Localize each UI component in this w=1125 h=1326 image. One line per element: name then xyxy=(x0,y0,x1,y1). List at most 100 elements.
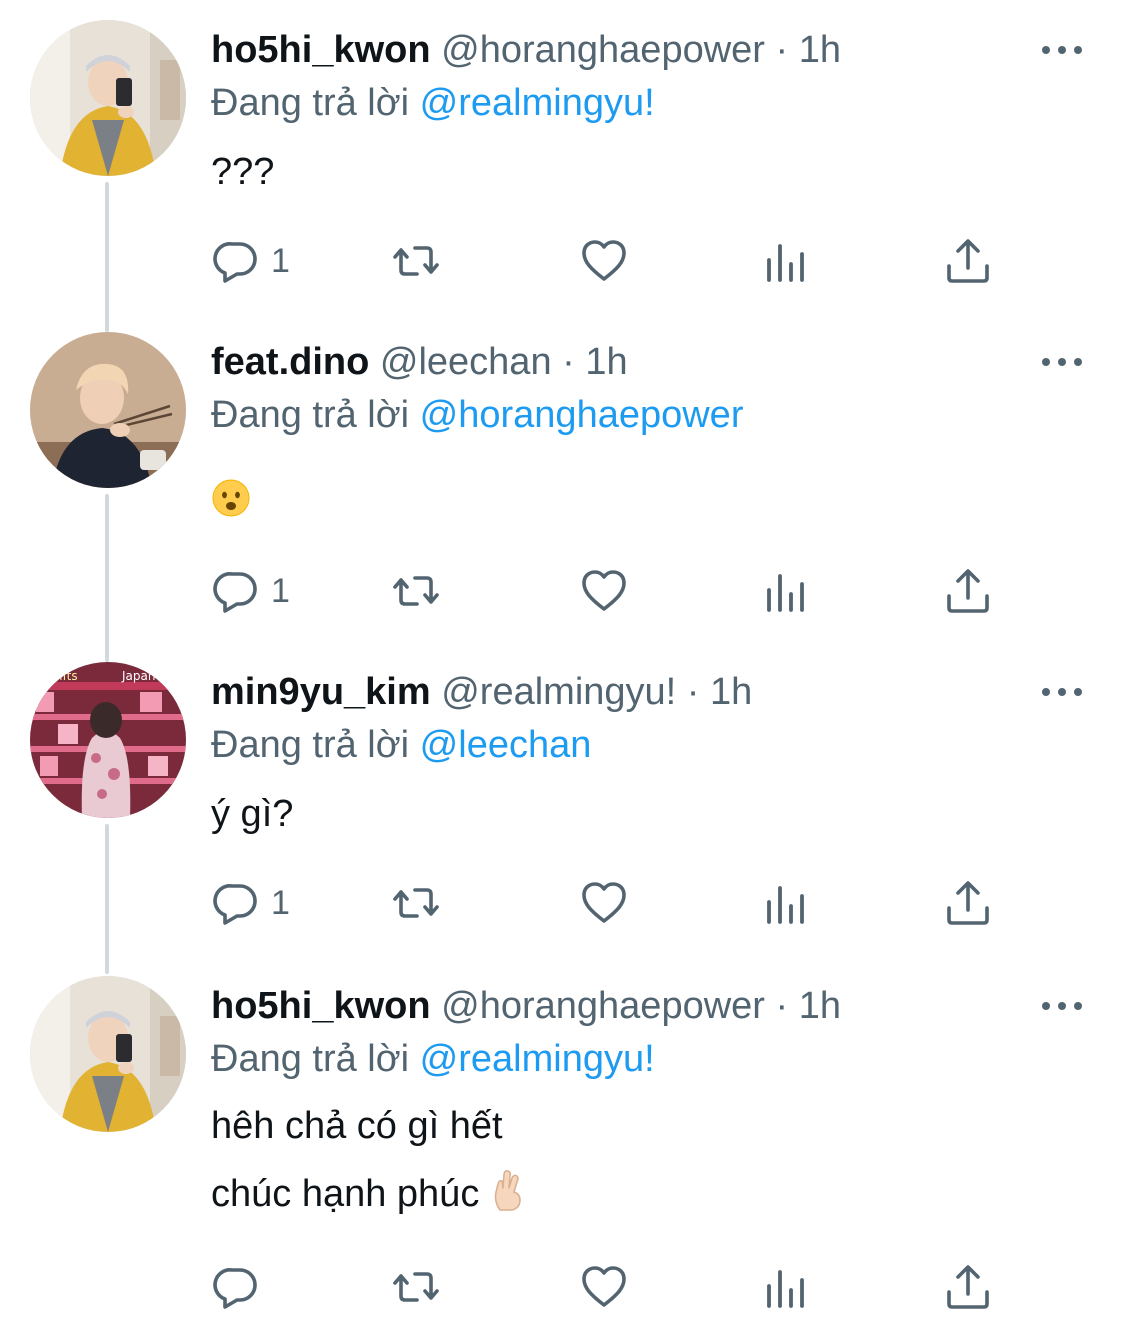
retweet-icon xyxy=(391,236,441,286)
replying-to-label: Đang trả lời xyxy=(211,724,410,766)
user-handle[interactable]: @horanghaepower xyxy=(441,985,765,1027)
retweet-icon xyxy=(391,878,441,928)
retweet-icon xyxy=(391,566,441,616)
reply-button[interactable]: 1 xyxy=(211,878,290,928)
share-button[interactable] xyxy=(943,1262,993,1312)
separator-dot: · xyxy=(775,29,789,71)
tweet-actions: 1 xyxy=(211,566,1011,616)
avatar[interactable]: Gifts Japan xyxy=(30,662,186,818)
avatar[interactable] xyxy=(30,20,186,176)
like-icon xyxy=(579,236,629,286)
tweet-header: feat.dino @leechan · 1h xyxy=(211,338,628,386)
views-icon xyxy=(761,566,811,616)
tweet-actions: 1 xyxy=(211,236,1011,286)
separator-dot: · xyxy=(775,985,789,1027)
views-button[interactable] xyxy=(761,566,811,616)
timestamp[interactable]: 1h xyxy=(710,671,752,713)
views-icon xyxy=(761,1262,811,1312)
share-icon xyxy=(943,878,993,928)
frowning-face-emoji xyxy=(211,478,251,530)
display-name[interactable]: feat.dino xyxy=(211,341,369,383)
replying-to: Đang trả lời @horanghaepower xyxy=(211,390,743,440)
timestamp[interactable]: 1h xyxy=(799,29,841,71)
reply-icon xyxy=(211,878,261,928)
tweet[interactable]: feat.dino @leechan · 1h Đang trả lời @ho… xyxy=(0,312,1125,642)
display-name[interactable]: ho5hi_kwon xyxy=(211,985,431,1027)
tweet[interactable]: ho5hi_kwon @horanghaepower · 1h Đang trả… xyxy=(0,956,1125,1326)
more-icon[interactable] xyxy=(1040,682,1084,702)
more-icon[interactable] xyxy=(1040,352,1084,372)
views-icon xyxy=(761,236,811,286)
like-icon xyxy=(579,566,629,616)
reply-icon xyxy=(211,566,261,616)
timestamp[interactable]: 1h xyxy=(585,341,627,383)
display-name[interactable]: min9yu_kim xyxy=(211,671,431,713)
tweet-header: ho5hi_kwon @horanghaepower · 1h xyxy=(211,982,841,1030)
replying-to-label: Đang trả lời xyxy=(211,394,410,436)
replying-to: Đang trả lời @leechan xyxy=(211,720,591,770)
views-button[interactable] xyxy=(761,236,811,286)
like-button[interactable] xyxy=(579,878,629,928)
tweet-text: ??? xyxy=(211,151,275,193)
tweet-actions: 1 xyxy=(211,878,1011,928)
like-button[interactable] xyxy=(579,236,629,286)
replying-to-mention[interactable]: @realmingyu! xyxy=(420,82,655,124)
reply-button[interactable] xyxy=(211,1262,271,1312)
like-icon xyxy=(579,1262,629,1312)
reply-icon xyxy=(211,1262,261,1312)
tweet-actions xyxy=(211,1262,1011,1312)
separator-dot: · xyxy=(686,671,700,713)
retweet-icon xyxy=(391,1262,441,1312)
reply-button[interactable]: 1 xyxy=(211,236,290,286)
svg-text:Gifts: Gifts xyxy=(50,669,78,683)
tweet-text: ý gì? xyxy=(211,793,294,835)
replying-to: Đang trả lời @realmingyu! xyxy=(211,78,655,128)
tweet[interactable]: ho5hi_kwon @horanghaepower · 1h Đang trả… xyxy=(0,0,1125,330)
avatar[interactable] xyxy=(30,976,186,1132)
retweet-button[interactable] xyxy=(391,566,441,616)
more-icon[interactable] xyxy=(1040,40,1084,60)
reply-button[interactable]: 1 xyxy=(211,566,290,616)
user-handle[interactable]: @leechan xyxy=(380,341,552,383)
replying-to-mention[interactable]: @horanghaepower xyxy=(420,394,744,436)
replying-to-label: Đang trả lời xyxy=(211,82,410,124)
replying-to-label: Đang trả lời xyxy=(211,1038,410,1080)
reply-count: 1 xyxy=(271,571,290,610)
tweet-text: chúc hạnh phúc xyxy=(211,1173,480,1216)
tweet-text-line: chúc hạnh phúc xyxy=(211,1168,526,1224)
tweet-header: min9yu_kim @realmingyu! · 1h xyxy=(211,668,752,716)
reply-icon xyxy=(211,236,261,286)
replying-to-mention[interactable]: @realmingyu! xyxy=(420,1038,655,1080)
separator-dot: · xyxy=(562,341,575,383)
reply-count: 1 xyxy=(271,883,290,922)
tweet[interactable]: Gifts Japan min9yu_kim @realmingyu! · 1h… xyxy=(0,642,1125,962)
share-button[interactable] xyxy=(943,566,993,616)
reply-count: 1 xyxy=(271,241,290,280)
avatar[interactable] xyxy=(30,332,186,488)
retweet-button[interactable] xyxy=(391,878,441,928)
share-button[interactable] xyxy=(943,878,993,928)
views-icon xyxy=(761,878,811,928)
replying-to-mention[interactable]: @leechan xyxy=(420,724,592,766)
tweet-text xyxy=(211,478,251,530)
reply-thread: ho5hi_kwon @horanghaepower · 1h Đang trả… xyxy=(0,0,1125,1326)
views-button[interactable] xyxy=(761,1262,811,1312)
user-handle[interactable]: @realmingyu! xyxy=(441,671,676,713)
timestamp[interactable]: 1h xyxy=(799,985,841,1027)
more-icon[interactable] xyxy=(1040,996,1084,1016)
views-button[interactable] xyxy=(761,878,811,928)
tweet-header: ho5hi_kwon @horanghaepower · 1h xyxy=(211,26,841,74)
share-icon xyxy=(943,1262,993,1312)
share-button[interactable] xyxy=(943,236,993,286)
svg-text:Japan: Japan xyxy=(121,669,155,683)
like-icon xyxy=(579,878,629,928)
like-button[interactable] xyxy=(579,1262,629,1312)
share-icon xyxy=(943,566,993,616)
retweet-button[interactable] xyxy=(391,1262,441,1312)
tweet-text-line: hêh chả có gì hết xyxy=(211,1105,503,1147)
user-handle[interactable]: @horanghaepower xyxy=(441,29,765,71)
share-icon xyxy=(943,236,993,286)
retweet-button[interactable] xyxy=(391,236,441,286)
display-name[interactable]: ho5hi_kwon xyxy=(211,29,431,71)
like-button[interactable] xyxy=(579,566,629,616)
